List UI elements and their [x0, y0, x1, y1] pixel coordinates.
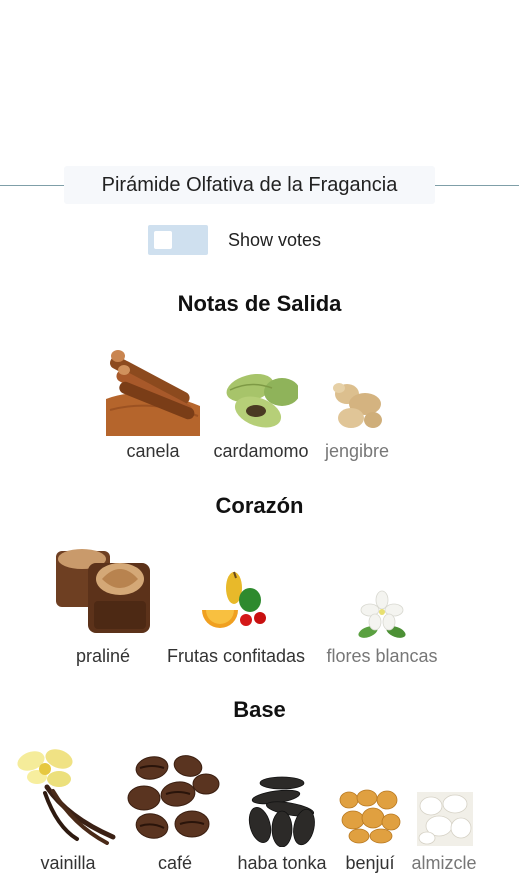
note-label: cardamomo: [213, 441, 309, 461]
note-label: Frutas confitadas: [166, 646, 306, 666]
praline-icon: [56, 549, 150, 633]
note-label: praliné: [75, 646, 131, 666]
coffee-icon: [127, 755, 220, 839]
show-votes-toggle[interactable]: [148, 225, 208, 255]
divider-right: [435, 185, 519, 186]
candied-fruits-icon: [202, 571, 266, 628]
note-label: flores blancas: [326, 646, 438, 666]
note-label: café: [157, 853, 193, 873]
note-label: haba tonka: [237, 853, 327, 873]
divider-left: [0, 185, 64, 186]
white-flowers-icon: [358, 590, 406, 638]
note-label: almizcle: [411, 853, 477, 873]
note-label: vainilla: [40, 853, 96, 873]
cardamom-icon: [226, 373, 298, 428]
section-title-base: Base: [233, 697, 286, 722]
pyramid-header: Pirámide Olfativa de la Fragancia: [0, 166, 519, 204]
note-label: canela: [126, 441, 180, 461]
show-votes-label: Show votes: [228, 229, 322, 250]
note-label: benjuí: [345, 853, 395, 873]
musk-icon: [417, 792, 473, 846]
tonka-bean-icon: [248, 776, 315, 847]
pyramid-title: Pirámide Olfativa de la Fragancia: [64, 166, 435, 204]
cinnamon-icon: [106, 350, 200, 436]
show-votes-row: Show votes: [148, 225, 321, 255]
ginger-icon: [333, 383, 382, 428]
note-label: jengibre: [324, 441, 390, 461]
section-title-top: Notas de Salida: [177, 291, 342, 316]
toggle-knob: [154, 231, 172, 249]
benzoin-icon: [339, 789, 401, 844]
section-title-heart: Corazón: [215, 493, 304, 518]
vanilla-icon: [17, 749, 116, 845]
